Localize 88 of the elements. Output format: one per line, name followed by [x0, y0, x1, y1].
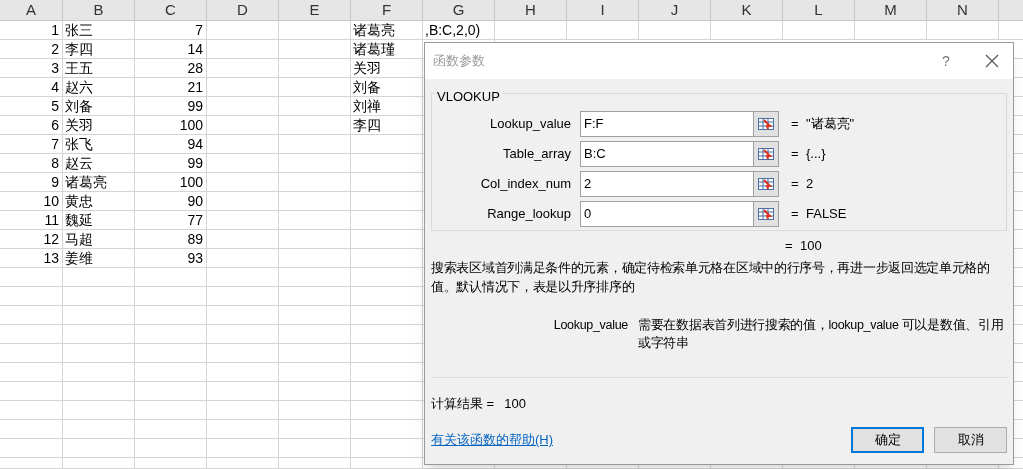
dialog-title: 函数参数	[433, 52, 485, 71]
table-cell: 诸葛亮	[351, 21, 423, 40]
column-header: B	[63, 0, 135, 21]
table-cell: 90	[135, 192, 207, 211]
table-cell: 7	[0, 135, 63, 154]
table-cell: 2	[0, 40, 63, 59]
table-cell: 黄忠	[63, 192, 135, 211]
equals-sign: =	[785, 237, 794, 256]
argument-input[interactable]: F:F	[580, 111, 754, 137]
table-cell: 诸葛亮	[63, 173, 135, 192]
column-header: A	[0, 0, 63, 21]
column-header: L	[783, 0, 855, 21]
argument-label: Range_lookup	[486, 205, 571, 224]
cancel-button[interactable]: 取消	[934, 427, 1007, 453]
table-cell: 100	[135, 116, 207, 135]
table-cell: 14	[135, 40, 207, 59]
table-cell: 李四	[63, 40, 135, 59]
argument-result: {...}	[806, 145, 826, 164]
column-header: F	[351, 0, 423, 21]
table-cell: 11	[0, 211, 63, 230]
column-header: I	[567, 0, 639, 21]
table-cell: 马超	[63, 230, 135, 249]
table-cell: 4	[0, 78, 63, 97]
table-cell: 99	[135, 97, 207, 116]
table-cell: 赵六	[63, 78, 135, 97]
table-cell: 28	[135, 59, 207, 78]
table-cell: ,B:C,2,0)	[423, 21, 495, 40]
table-cell: 13	[0, 249, 63, 268]
result-value: 100	[504, 394, 526, 413]
result-label: 计算结果 =	[431, 394, 495, 413]
table-cell: 魏延	[63, 211, 135, 230]
argument-label: Col_index_num	[479, 175, 571, 194]
table-cell: 8	[0, 154, 63, 173]
table-cell: 5	[0, 97, 63, 116]
column-header: C	[135, 0, 207, 21]
table-cell: 刘禅	[351, 97, 423, 116]
argument-input[interactable]: B:C	[580, 141, 754, 167]
argument-input[interactable]: 2	[580, 171, 754, 197]
equals-sign: =	[791, 175, 800, 194]
table-cell: 1	[0, 21, 63, 40]
table-cell: 10	[0, 192, 63, 211]
argument-result: 2	[806, 175, 814, 194]
column-header: J	[639, 0, 711, 21]
table-cell: 93	[135, 249, 207, 268]
column-header: M	[855, 0, 927, 21]
table-cell: 关羽	[63, 116, 135, 135]
table-cell: 关羽	[351, 59, 423, 78]
table-cell: 赵云	[63, 154, 135, 173]
column-header: G	[423, 0, 495, 21]
table-cell: 刘备	[351, 78, 423, 97]
argument-result: FALSE	[806, 205, 847, 224]
column-header: E	[279, 0, 351, 21]
table-cell: 诸葛瑾	[351, 40, 423, 59]
argument-label: Table_array	[502, 145, 571, 164]
equals-sign: =	[791, 115, 800, 134]
table-cell: 99	[135, 154, 207, 173]
table-cell: 100	[135, 173, 207, 192]
argument-result: "诸葛亮"	[806, 115, 855, 134]
ok-button[interactable]: 确定	[851, 427, 924, 453]
help-link[interactable]: 有关该函数的帮助(H)	[431, 430, 554, 450]
table-cell: 77	[135, 211, 207, 230]
table-cell: 刘备	[63, 97, 135, 116]
table-cell: 9	[0, 173, 63, 192]
formula-result: 100	[800, 237, 822, 256]
table-cell: 张飞	[63, 135, 135, 154]
table-cell: 12	[0, 230, 63, 249]
table-cell: 21	[135, 78, 207, 97]
equals-sign: =	[791, 205, 800, 224]
argument-input[interactable]: 0	[580, 201, 754, 227]
equals-sign: =	[791, 145, 800, 164]
function-description: 搜索表区域首列满足条件的元素，确定待检索单元格在区域中的行序号，再进一步返回选定单元格的值。默认情况下，表是以升序排序的	[430, 260, 991, 296]
table-cell: 7	[135, 21, 207, 40]
column-header: H	[495, 0, 567, 21]
help-button[interactable]: ?	[931, 50, 961, 72]
table-cell: 张三	[63, 21, 135, 40]
table-cell: 94	[135, 135, 207, 154]
argument-description: 需要在数据表首列进行搜索的值，lookup_value 可以是数值、引用或字符串	[638, 317, 1005, 352]
table-cell: 89	[135, 230, 207, 249]
argument-label: Lookup_value	[489, 115, 571, 134]
argument-name: Lookup_value	[552, 317, 628, 334]
table-cell: 王五	[63, 59, 135, 78]
table-cell: 6	[0, 116, 63, 135]
table-cell: 姜维	[63, 249, 135, 268]
column-header: K	[711, 0, 783, 21]
column-header: N	[927, 0, 999, 21]
table-cell: 李四	[351, 116, 423, 135]
column-header: D	[207, 0, 279, 21]
table-cell: 3	[0, 59, 63, 78]
